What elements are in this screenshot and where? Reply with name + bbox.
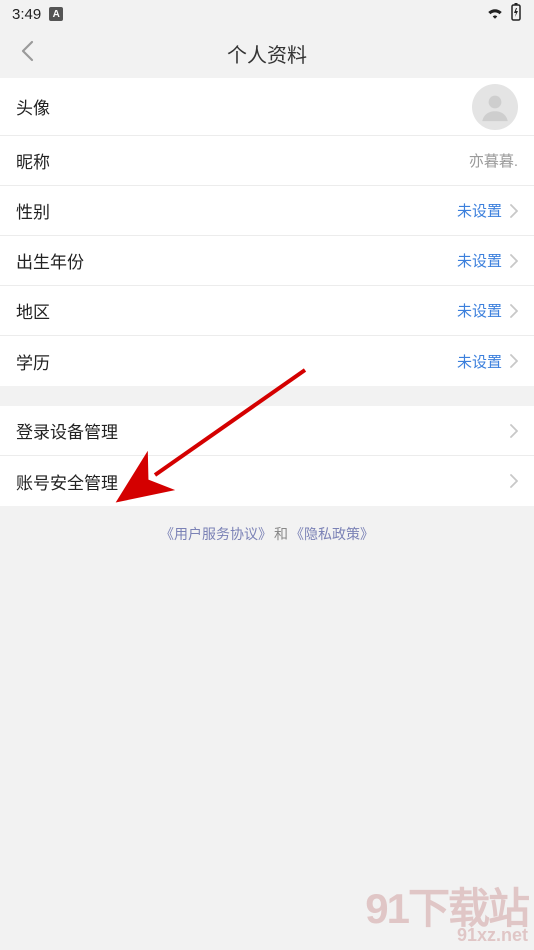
watermark-line1: 91下载站 bbox=[365, 888, 528, 930]
page-title: 个人资料 bbox=[0, 39, 534, 68]
avatar bbox=[472, 84, 518, 130]
row-value-edu: 未设置 bbox=[457, 351, 502, 372]
row-label-gender: 性别 bbox=[16, 198, 50, 223]
status-app-icon: A bbox=[49, 7, 63, 21]
row-value-birth: 未设置 bbox=[457, 250, 502, 271]
back-button[interactable] bbox=[12, 28, 42, 78]
chevron-right-icon bbox=[510, 424, 518, 438]
tos-link[interactable]: 《用户服务协议》 bbox=[160, 526, 272, 542]
row-gender[interactable]: 性别 未设置 bbox=[0, 186, 534, 236]
row-region[interactable]: 地区 未设置 bbox=[0, 286, 534, 336]
watermark: 91下载站 91xz.net bbox=[365, 888, 528, 944]
profile-section: 头像 昵称 亦暮暮. 性别 未设置 出生年份 未设置 地区 未设置 学历 未设置 bbox=[0, 78, 534, 386]
status-bar: 3:49 A bbox=[0, 0, 534, 28]
chevron-right-icon bbox=[510, 204, 518, 218]
row-login-devices[interactable]: 登录设备管理 bbox=[0, 406, 534, 456]
row-birth-year[interactable]: 出生年份 未设置 bbox=[0, 236, 534, 286]
battery-icon bbox=[510, 3, 522, 25]
row-account-security[interactable]: 账号安全管理 bbox=[0, 456, 534, 506]
row-avatar[interactable]: 头像 bbox=[0, 78, 534, 136]
privacy-link[interactable]: 《隐私政策》 bbox=[290, 526, 374, 542]
status-time: 3:49 bbox=[12, 6, 41, 23]
row-label-devices: 登录设备管理 bbox=[16, 418, 118, 443]
row-label-region: 地区 bbox=[16, 298, 50, 323]
nav-bar: 个人资料 bbox=[0, 28, 534, 78]
account-section: 登录设备管理 账号安全管理 bbox=[0, 406, 534, 506]
wifi-icon bbox=[486, 5, 504, 23]
row-value-region: 未设置 bbox=[457, 300, 502, 321]
chevron-right-icon bbox=[510, 254, 518, 268]
chevron-right-icon bbox=[510, 354, 518, 368]
row-label-security: 账号安全管理 bbox=[16, 469, 118, 494]
footer-sep: 和 bbox=[274, 526, 288, 542]
chevron-right-icon bbox=[510, 474, 518, 488]
row-label-birth: 出生年份 bbox=[16, 248, 84, 273]
chevron-left-icon bbox=[20, 40, 34, 67]
footer-links: 《用户服务协议》和《隐私政策》 bbox=[0, 506, 534, 562]
row-label-edu: 学历 bbox=[16, 349, 50, 374]
row-label-nickname: 昵称 bbox=[16, 148, 50, 173]
chevron-right-icon bbox=[510, 304, 518, 318]
row-nickname[interactable]: 昵称 亦暮暮. bbox=[0, 136, 534, 186]
section-gap bbox=[0, 386, 534, 406]
row-value-nickname: 亦暮暮. bbox=[469, 150, 518, 171]
row-value-gender: 未设置 bbox=[457, 200, 502, 221]
row-label-avatar: 头像 bbox=[16, 94, 50, 119]
row-education[interactable]: 学历 未设置 bbox=[0, 336, 534, 386]
